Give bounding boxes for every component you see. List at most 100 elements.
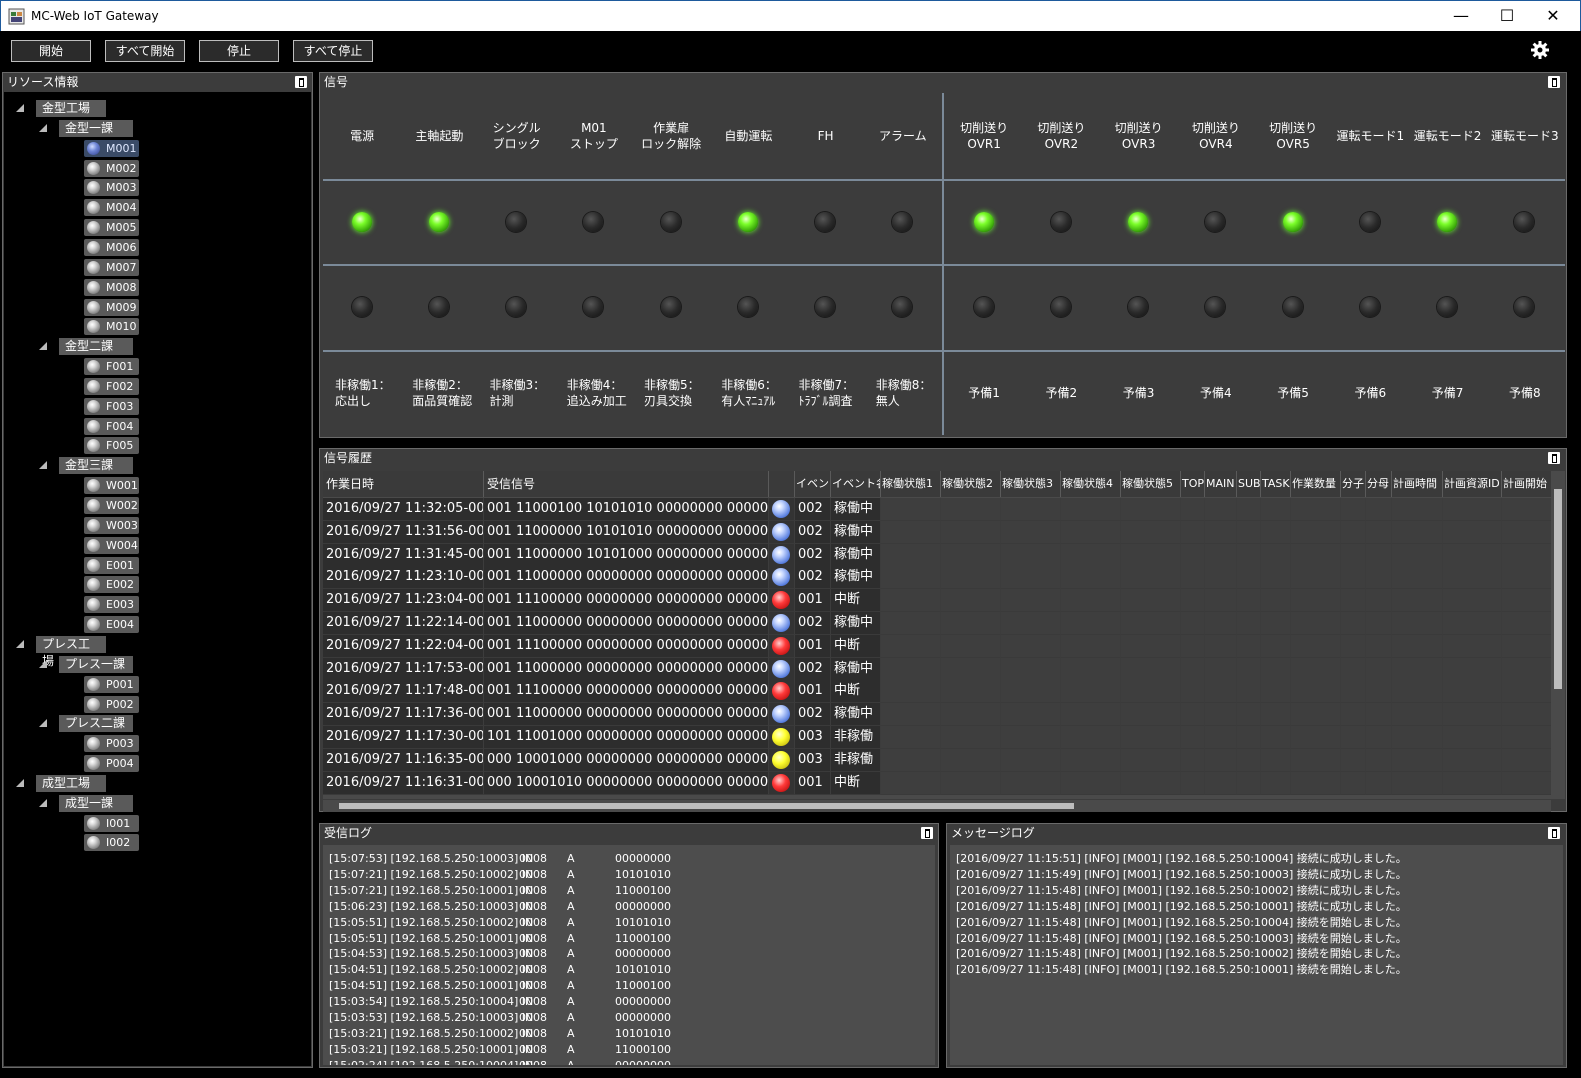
- column-header[interactable]: 稼働状態5: [1121, 471, 1181, 497]
- section-node[interactable]: プレス二課: [59, 715, 133, 733]
- receive-log-box[interactable]: [15:07:53] [192.168.5.250:10003] IN 0008 A…: [323, 845, 935, 1065]
- table-row[interactable]: 2016/09/27 11:23:04-000 001 11100000 0000…: [323, 589, 1551, 613]
- maximize-button[interactable]: ☐: [1484, 1, 1530, 31]
- section-node[interactable]: プレス一課: [59, 655, 133, 673]
- table-row[interactable]: 2016/09/27 11:17:48-000 001 11100000 0000…: [323, 680, 1551, 704]
- machine-node[interactable]: P001: [84, 675, 139, 693]
- column-header[interactable]: 計画時間: [1392, 471, 1443, 497]
- column-header[interactable]: [769, 471, 795, 497]
- nonoperation-label: 非稼働1： 応出し: [335, 377, 391, 408]
- vertical-scroll-thumb[interactable]: [1554, 489, 1562, 689]
- horizontal-scrollbar[interactable]: [323, 800, 1551, 812]
- stop-button[interactable]: 停止: [199, 40, 279, 62]
- expand-arrow-icon[interactable]: [16, 104, 24, 112]
- machine-node[interactable]: M002: [84, 159, 139, 177]
- close-button[interactable]: ✕: [1530, 1, 1576, 31]
- column-header[interactable]: 稼働状態2: [941, 471, 1001, 497]
- pin-icon[interactable]: [295, 76, 307, 88]
- machine-node[interactable]: I002: [84, 834, 139, 852]
- section-node[interactable]: 金型二課: [59, 338, 133, 356]
- column-header[interactable]: MAIN: [1205, 471, 1237, 497]
- machine-node[interactable]: W002: [84, 497, 139, 514]
- pin-icon[interactable]: [1548, 76, 1560, 88]
- machine-node[interactable]: M008: [84, 278, 139, 296]
- gear-icon[interactable]: [1530, 40, 1550, 60]
- column-header[interactable]: 作業日時: [323, 471, 484, 497]
- table-row[interactable]: 2016/09/27 11:17:30-000 101 11001000 0000…: [323, 726, 1551, 749]
- machine-node[interactable]: F001: [84, 358, 139, 376]
- expand-arrow-icon[interactable]: [16, 639, 24, 648]
- expand-arrow-icon[interactable]: [39, 659, 47, 668]
- machine-node[interactable]: F004: [84, 417, 139, 435]
- expand-arrow-icon[interactable]: [39, 123, 47, 132]
- table-row[interactable]: 2016/09/27 11:32:05-000 001 11000100 1010…: [323, 498, 1551, 521]
- expand-arrow-icon[interactable]: [39, 798, 47, 807]
- column-header[interactable]: 分母: [1366, 471, 1392, 497]
- column-header[interactable]: 稼働状態3: [1001, 471, 1061, 497]
- machine-node[interactable]: P003: [84, 735, 139, 753]
- column-header[interactable]: 計画開始: [1502, 471, 1551, 497]
- column-header[interactable]: TASK: [1261, 471, 1291, 497]
- machine-node[interactable]: F003: [84, 397, 139, 415]
- machine-node[interactable]: M007: [84, 258, 139, 276]
- column-header[interactable]: 計画資源ID: [1443, 471, 1502, 497]
- table-row[interactable]: 2016/09/27 11:31:45-000 001 11000000 1010…: [323, 543, 1551, 567]
- column-header[interactable]: 受信信号: [484, 471, 769, 497]
- machine-node[interactable]: E004: [84, 616, 139, 634]
- machine-node[interactable]: E003: [84, 596, 139, 614]
- column-header[interactable]: 作業数量: [1291, 471, 1341, 497]
- machine-node[interactable]: P002: [84, 695, 139, 713]
- horizontal-scroll-thumb[interactable]: [339, 803, 1074, 809]
- start-button[interactable]: 開始: [11, 40, 91, 62]
- table-row[interactable]: 2016/09/27 11:16:31-000 000 10001010 0000…: [323, 771, 1551, 795]
- stop-all-button[interactable]: すべて停止: [293, 40, 373, 62]
- expand-arrow-icon[interactable]: [39, 719, 47, 728]
- factory-node[interactable]: 金型工場: [36, 100, 106, 117]
- table-row[interactable]: 2016/09/27 11:22:04-000 001 11100000 0000…: [323, 634, 1551, 658]
- machine-node[interactable]: W001: [84, 477, 139, 495]
- machine-node[interactable]: M006: [84, 238, 139, 256]
- machine-node[interactable]: M010: [84, 318, 139, 336]
- machine-node[interactable]: M004: [84, 199, 139, 217]
- column-header[interactable]: イベント: [795, 471, 831, 497]
- machine-node[interactable]: F005: [84, 437, 139, 455]
- machine-node[interactable]: M005: [84, 219, 139, 237]
- factory-node[interactable]: 成型工場: [36, 774, 106, 792]
- pin-icon[interactable]: [1548, 827, 1560, 839]
- pin-icon[interactable]: [1548, 452, 1560, 464]
- machine-node[interactable]: E002: [84, 576, 139, 594]
- factory-node[interactable]: プレス工場: [36, 635, 106, 668]
- table-row[interactable]: 2016/09/27 11:23:10-000 001 11000000 0000…: [323, 566, 1551, 590]
- machine-node[interactable]: M009: [84, 298, 139, 316]
- expand-arrow-icon[interactable]: [39, 342, 47, 351]
- minimize-button[interactable]: —: [1438, 1, 1484, 31]
- column-header[interactable]: TOP: [1181, 471, 1205, 497]
- column-header[interactable]: 稼働状態1: [881, 471, 941, 497]
- table-row[interactable]: 2016/09/27 11:17:36-000 001 11000000 0000…: [323, 703, 1551, 727]
- expand-arrow-icon[interactable]: [16, 778, 24, 787]
- column-header[interactable]: 稼働状態4: [1061, 471, 1121, 497]
- message-log-box[interactable]: [2016/09/27 11:15:51] [INFO] [M001] [192…: [950, 845, 1563, 1065]
- vertical-scrollbar[interactable]: [1551, 471, 1565, 799]
- machine-node[interactable]: P004: [84, 755, 139, 773]
- machine-node[interactable]: M001: [84, 139, 139, 157]
- machine-node[interactable]: I001: [84, 814, 139, 832]
- section-node[interactable]: 金型一課: [59, 119, 133, 137]
- machine-node[interactable]: F002: [84, 377, 139, 395]
- section-node[interactable]: 金型三課: [59, 457, 133, 475]
- machine-node[interactable]: E001: [84, 556, 139, 574]
- section-node[interactable]: 成型一課: [59, 794, 133, 812]
- column-header[interactable]: 分子: [1341, 471, 1366, 497]
- column-header[interactable]: SUB: [1237, 471, 1261, 497]
- table-row[interactable]: 2016/09/27 11:31:56-000 001 11000000 1010…: [323, 520, 1551, 544]
- machine-node[interactable]: M003: [84, 179, 139, 197]
- column-header[interactable]: イベント名: [831, 471, 881, 497]
- table-row[interactable]: 2016/09/27 11:22:14-000 001 11000000 0000…: [323, 612, 1551, 635]
- start-all-button[interactable]: すべて開始: [105, 40, 185, 62]
- machine-node[interactable]: W004: [84, 536, 139, 554]
- table-row[interactable]: 2016/09/27 11:17:53-000 001 11000000 0000…: [323, 657, 1551, 681]
- machine-node[interactable]: W003: [84, 516, 139, 534]
- pin-icon[interactable]: [921, 827, 933, 839]
- expand-arrow-icon[interactable]: [39, 461, 47, 470]
- table-row[interactable]: 2016/09/27 11:16:35-000 000 10001000 0000…: [323, 748, 1551, 772]
